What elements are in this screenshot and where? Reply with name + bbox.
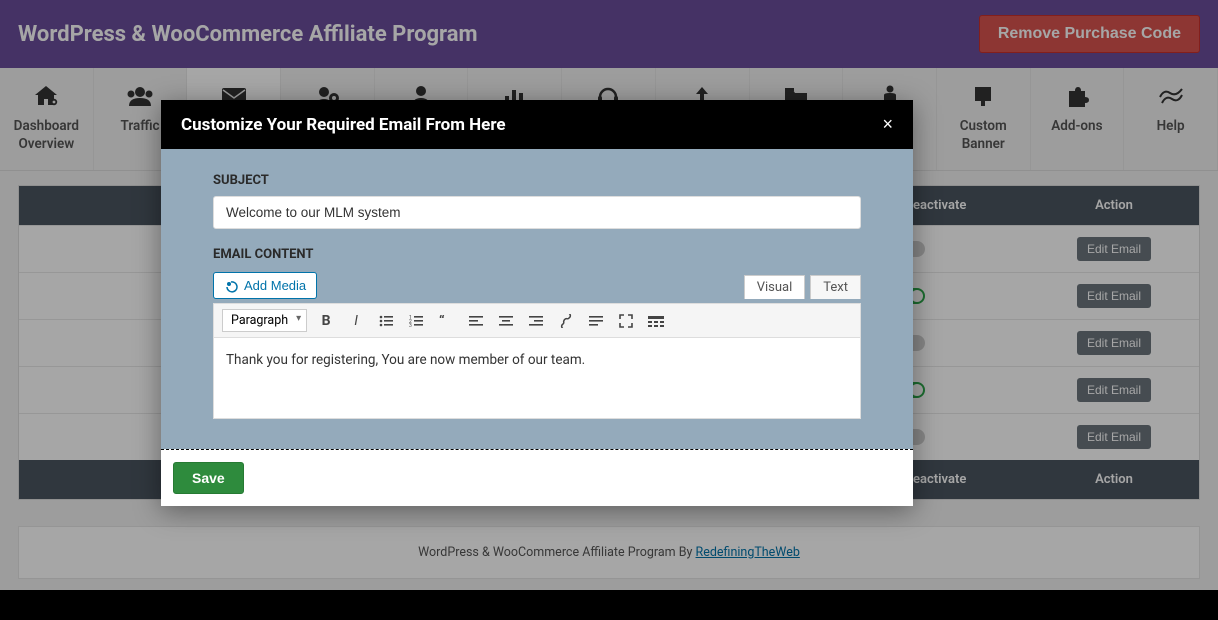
svg-text:3: 3	[409, 323, 412, 327]
media-icon	[224, 279, 238, 293]
svg-text:“: “	[439, 315, 445, 327]
number-list-button[interactable]: 123	[405, 310, 427, 332]
editor-toolbar: Paragraph B I 123 “	[214, 304, 860, 338]
paragraph-select[interactable]: Paragraph	[222, 309, 307, 332]
bullet-list-button[interactable]	[375, 310, 397, 332]
align-center-button[interactable]	[495, 310, 517, 332]
subject-label: SUBJECT	[213, 173, 861, 188]
quote-button[interactable]: “	[435, 310, 457, 332]
modal-close-button[interactable]: ×	[882, 114, 893, 135]
bold-button[interactable]: B	[315, 310, 337, 332]
fullscreen-button[interactable]	[615, 310, 637, 332]
add-media-button[interactable]: Add Media	[213, 272, 317, 299]
italic-button[interactable]: I	[345, 310, 367, 332]
subject-input[interactable]	[213, 196, 861, 229]
rich-text-editor: Paragraph B I 123 “	[213, 303, 861, 419]
modal-scroll-area[interactable]: SUBJECT EMAIL CONTENT Add Media Visual	[161, 149, 913, 449]
save-button[interactable]: Save	[173, 462, 244, 494]
link-button[interactable]	[555, 310, 577, 332]
readmore-button[interactable]	[585, 310, 607, 332]
modal-title: Customize Your Required Email From Here	[181, 115, 506, 135]
editor-tab-text[interactable]: Text	[810, 275, 861, 299]
editor-tab-visual[interactable]: Visual	[744, 275, 806, 299]
content-label: EMAIL CONTENT	[213, 247, 861, 262]
add-media-label: Add Media	[244, 278, 306, 293]
toolbar-toggle-button[interactable]	[645, 310, 667, 332]
align-left-button[interactable]	[465, 310, 487, 332]
align-right-button[interactable]	[525, 310, 547, 332]
customize-email-modal: Customize Your Required Email From Here …	[161, 100, 913, 506]
editor-content-area[interactable]: Thank you for registering, You are now m…	[214, 338, 860, 418]
